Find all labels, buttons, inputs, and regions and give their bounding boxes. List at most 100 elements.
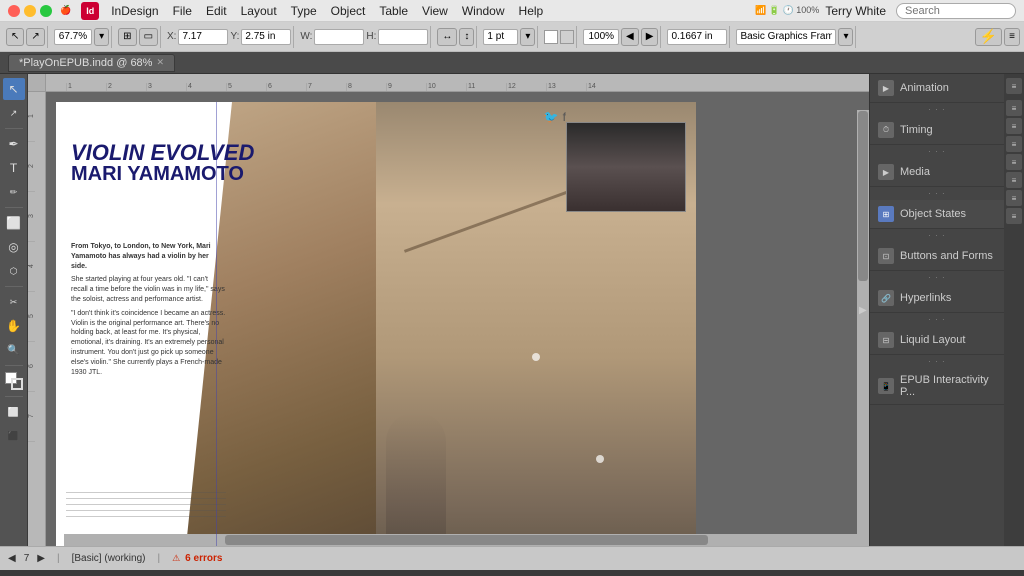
close-button[interactable] [8,5,20,17]
menu-help[interactable]: Help [513,4,550,18]
w-input[interactable] [314,29,364,45]
user-name: Terry White [825,4,886,18]
errors-display[interactable]: ⚠ 6 errors [172,553,222,564]
panel-toggle-btn2[interactable]: ≡ [1004,28,1020,46]
pen-tool[interactable]: ✒ [3,133,25,155]
tool-select-group: ↖ ↗ [4,26,48,48]
animation-icon: ▶ [878,80,894,96]
panel-icon-7[interactable]: ≡ [1006,190,1022,206]
h-input[interactable] [378,29,428,45]
hand-tool[interactable]: ✋ [3,315,25,337]
horizontal-scrollbar[interactable] [64,534,869,546]
ruler-top: 1 2 3 4 5 6 7 8 9 10 11 12 13 14 [28,74,869,92]
rectangle-frame-tool[interactable]: ⬜ [3,212,25,234]
epub-icon-symbol: 📱 [881,382,891,391]
panel-icon-3[interactable]: ≡ [1006,118,1022,134]
next-page-btn[interactable]: ▶ [37,553,45,564]
type-tool[interactable]: T [3,157,25,179]
frame-dropdown-btn[interactable]: ▾ [838,28,853,46]
w-label: W: [300,31,312,42]
position-group: X: Y: [165,26,294,48]
statusbar: ◀ 7 ▶ | [Basic] (working) | ⚠ 6 errors [0,546,1024,570]
page-num-value: 7 [24,553,30,564]
panel-icon-1[interactable]: ≡ [1006,78,1022,94]
maximize-button[interactable] [40,5,52,17]
menu-edit[interactable]: Edit [200,4,233,18]
flip-h-btn[interactable]: ↔ [437,28,457,46]
x-input[interactable] [178,29,228,45]
canvas-content[interactable]: VIOLIN EVOLVED MARI YAMAMOTO From Tokyo,… [46,92,869,546]
minimize-button[interactable] [24,5,36,17]
prev-page-btn[interactable]: ◀ [8,553,16,564]
panel-icon-4[interactable]: ≡ [1006,136,1022,152]
menu-table[interactable]: Table [373,4,414,18]
errors-text: 6 errors [185,553,222,564]
media-icon: ▶ [878,164,894,180]
position-input[interactable] [667,29,727,45]
stroke-color-swatch[interactable] [560,30,574,44]
panel-item-timing[interactable]: ⏱ Timing [870,116,1004,145]
liquid-layout-icon-symbol: ⊟ [883,336,890,345]
pencil-tool[interactable]: ✏ [3,181,25,203]
panel-icon-8[interactable]: ≡ [1006,208,1022,224]
zoom2-display: 100% [583,29,619,45]
v-scroll-thumb[interactable] [858,111,868,281]
panel-item-media[interactable]: ▶ Media [870,158,1004,187]
panel-toggle-btn[interactable]: ⚡ [975,28,1002,46]
scissors-tool[interactable]: ✂ [3,291,25,313]
flip-v-btn[interactable]: ↕ [459,28,474,46]
menu-file[interactable]: File [167,4,198,18]
menu-type[interactable]: Type [285,4,323,18]
zoom-dropdown-btn[interactable]: ▾ [94,28,109,46]
panel-icon-5[interactable]: ≡ [1006,154,1022,170]
presentation-btn[interactable]: ▭ [139,28,158,46]
selection-tool[interactable]: ↖ [3,78,25,100]
stroke-box[interactable] [11,378,23,390]
panel-item-object-states[interactable]: ⊞ Object States [870,200,1004,229]
menu-object[interactable]: Object [325,4,372,18]
layout-view-group: ⊞ ▭ [116,26,161,48]
vertical-scrollbar[interactable] [857,110,869,534]
panel-item-buttons-forms[interactable]: ⊡ Buttons and Forms [870,242,1004,271]
select-tool-btn[interactable]: ↖ [6,28,24,46]
doc-status-text: [Basic] (working) [72,553,146,564]
panel-icon-2[interactable]: ≡ [1006,100,1022,116]
layout-view-btn[interactable]: ⊞ [118,28,136,46]
page-number-display[interactable]: 7 [24,553,30,564]
ellipse-tool[interactable]: ◎ [3,236,25,258]
global-search-input[interactable] [896,3,1016,19]
document-tab[interactable]: *PlayOnEPUB.indd @ 68% ✕ [8,54,175,72]
polygon-tool[interactable]: ⬡ [3,260,25,282]
timing-label: Timing [900,124,933,136]
direct-selection-tool[interactable]: ↗ [3,102,25,124]
panel-item-animation[interactable]: ▶ Animation [870,74,1004,103]
zoom2-next-btn[interactable]: ▶ [641,28,659,46]
tab-close-icon[interactable]: ✕ [156,57,164,68]
panel-dots-2: · · · [870,145,1004,158]
normal-mode-btn[interactable]: ⬜ [3,401,25,423]
panel-dots-1: · · · [870,103,1004,116]
preview-mode-btn[interactable]: ⬛ [3,425,25,447]
zoom2-prev-btn[interactable]: ◀ [621,28,639,46]
stroke-dropdown[interactable]: ▾ [520,28,535,46]
timing-icon-symbol: ⏱ [883,125,889,135]
panel-item-liquid-layout[interactable]: ⊟ Liquid Layout [870,326,1004,355]
menu-layout[interactable]: Layout [235,4,283,18]
stroke-input[interactable] [483,29,518,45]
liquid-layout-label: Liquid Layout [900,334,965,346]
h-scroll-thumb[interactable] [225,535,708,545]
panel-icon-6[interactable]: ≡ [1006,172,1022,188]
zoom-tool[interactable]: 🔍 [3,339,25,361]
y-input[interactable] [241,29,291,45]
menu-indesign[interactable]: InDesign [105,4,164,18]
panel-item-hyperlinks[interactable]: 🔗 Hyperlinks [870,284,1004,313]
fill-color-swatch[interactable] [544,30,558,44]
hyperlinks-icon: 🔗 [878,290,894,306]
frame-input[interactable] [736,29,836,45]
panel-item-epub[interactable]: 📱 EPUB Interactivity P... [870,368,1004,405]
direct-select-btn[interactable]: ↗ [26,28,44,46]
menu-window[interactable]: Window [456,4,511,18]
violin-title: VIOLIN EVOLVED [71,142,254,164]
canvas-area[interactable]: 1 2 3 4 5 6 7 8 9 10 11 12 13 14 1 2 3 [28,74,869,546]
menu-view[interactable]: View [416,4,454,18]
